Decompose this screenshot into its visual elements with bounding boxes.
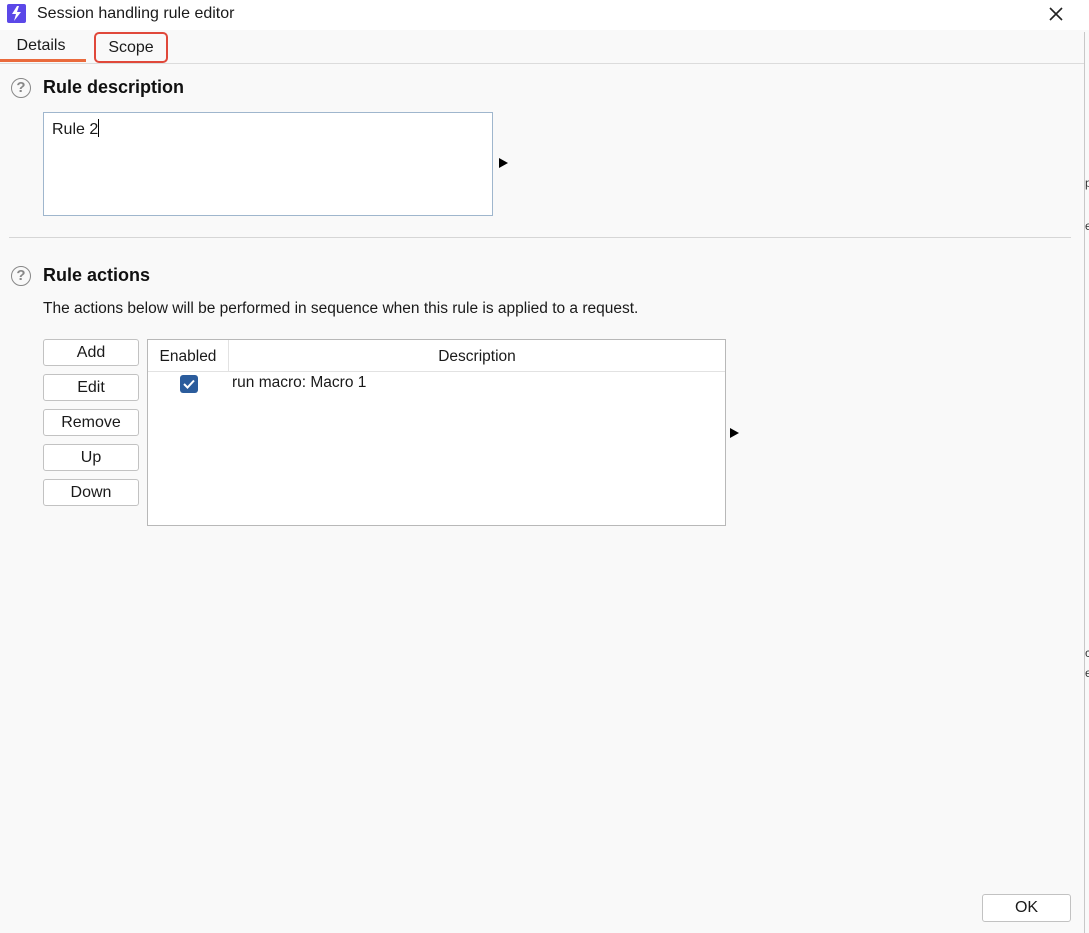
- expand-arrow-icon[interactable]: [499, 158, 508, 168]
- close-icon: [1049, 7, 1063, 21]
- rule-actions-help-icon[interactable]: ?: [11, 266, 31, 286]
- ok-button[interactable]: OK: [982, 894, 1071, 922]
- edge-fragment: e: [1085, 666, 1089, 680]
- expand-arrow-icon[interactable]: [730, 428, 739, 438]
- rule-description-textarea[interactable]: Rule 2: [43, 112, 493, 216]
- table-row[interactable]: run macro: Macro 1: [148, 372, 725, 396]
- rule-description-value: Rule 2: [52, 121, 99, 138]
- edge-fragment: c: [1085, 646, 1089, 660]
- column-header-description[interactable]: Description: [229, 340, 725, 371]
- down-button[interactable]: Down: [43, 479, 139, 506]
- tab-details[interactable]: Details: [0, 32, 82, 60]
- rule-actions-info: The actions below will be performed in s…: [43, 300, 639, 317]
- checkmark-icon: [183, 379, 195, 389]
- edit-button[interactable]: Edit: [43, 374, 139, 401]
- window-title: Session handling rule editor: [37, 5, 235, 22]
- active-tab-indicator: [0, 59, 86, 62]
- rule-actions-title: Rule actions: [43, 265, 151, 285]
- rule-description-help-icon[interactable]: ?: [11, 78, 31, 98]
- close-button[interactable]: [1044, 2, 1068, 26]
- action-description: run macro: Macro 1: [232, 374, 367, 391]
- text-cursor: [98, 119, 100, 137]
- tab-scope[interactable]: Scope: [94, 32, 168, 63]
- table-header: Enabled Description: [148, 340, 725, 372]
- edge-fragment: e: [1085, 219, 1089, 233]
- rule-description-title: Rule description: [43, 77, 185, 97]
- edge-fragment: p: [1085, 176, 1089, 190]
- column-header-enabled[interactable]: Enabled: [148, 340, 229, 371]
- up-button[interactable]: Up: [43, 444, 139, 471]
- tab-bar: Details Scope: [0, 32, 1084, 64]
- add-button[interactable]: Add: [43, 339, 139, 366]
- section-divider: [9, 237, 1071, 238]
- window-right-edge: [1084, 32, 1085, 933]
- title-bar: Session handling rule editor: [0, 0, 1089, 30]
- rule-actions-table: Enabled Description run macro: Macro 1: [147, 339, 726, 526]
- enabled-checkbox[interactable]: [180, 375, 198, 393]
- remove-button[interactable]: Remove: [43, 409, 139, 436]
- burp-lightning-icon: [7, 4, 26, 23]
